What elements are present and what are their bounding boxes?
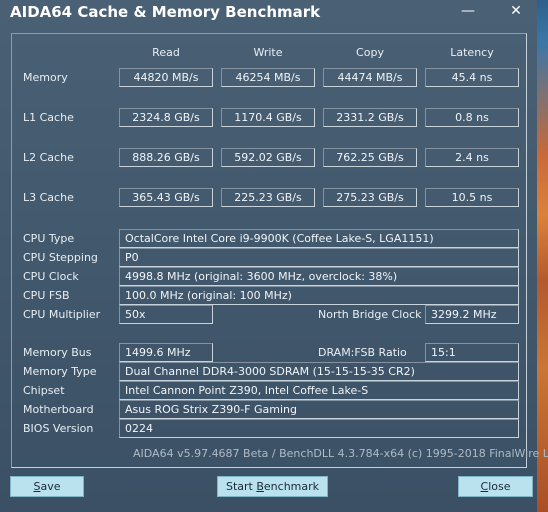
cpu-type-value: OctalCore Intel Core i9-9900K (Coffee La… (119, 229, 519, 248)
motherboard-label: Motherboard (23, 403, 94, 416)
column-header-latency: Latency (450, 46, 494, 59)
dram-fsb-ratio-value: 15:1 (425, 343, 519, 362)
column-header-read: Read (152, 46, 180, 59)
l3-read-value: 365.43 GB/s (119, 188, 213, 207)
l1-read-value: 2324.8 GB/s (119, 108, 213, 127)
bios-version-label: BIOS Version (23, 422, 94, 435)
start-benchmark-button-mnemonic: B (256, 480, 264, 493)
memory-bus-label: Memory Bus (23, 346, 92, 359)
start-benchmark-button-label: enchmark (263, 480, 320, 493)
row-label-l2-cache: L2 Cache (23, 151, 74, 164)
motherboard-value: Asus ROG Strix Z390-F Gaming (119, 400, 519, 419)
cpu-multiplier-label: CPU Multiplier (23, 308, 101, 321)
save-button-label: ave (40, 480, 61, 493)
desktop-background (537, 0, 548, 512)
north-bridge-clock-label: North Bridge Clock (318, 308, 422, 321)
cpu-stepping-value: P0 (119, 248, 519, 267)
l1-copy-value: 2331.2 GB/s (323, 108, 417, 127)
cpu-type-label: CPU Type (23, 232, 75, 245)
north-bridge-clock-value: 3299.2 MHz (425, 305, 519, 324)
l2-write-value: 592.02 GB/s (221, 148, 315, 167)
start-benchmark-button[interactable]: Start Benchmark (217, 476, 328, 497)
cpu-clock-value: 4998.8 MHz (original: 3600 MHz, overcloc… (119, 267, 519, 286)
l2-copy-value: 762.25 GB/s (323, 148, 417, 167)
chipset-label: Chipset (23, 384, 65, 397)
memory-type-label: Memory Type (23, 365, 97, 378)
dram-fsb-ratio-label: DRAM:FSB Ratio (318, 346, 407, 359)
window-title: AIDA64 Cache & Memory Benchmark (10, 3, 321, 21)
benchmark-window: AIDA64 Cache & Memory Benchmark — ✕ Read… (0, 0, 548, 512)
minimize-icon[interactable]: — (448, 0, 488, 22)
title-bar: AIDA64 Cache & Memory Benchmark — ✕ (0, 0, 537, 24)
chipset-value: Intel Cannon Point Z390, Intel Coffee La… (119, 381, 519, 400)
l3-latency-value: 10.5 ns (425, 188, 519, 207)
memory-type-value: Dual Channel DDR4-3000 SDRAM (15-15-15-3… (119, 362, 519, 381)
l3-copy-value: 275.23 GB/s (323, 188, 417, 207)
column-header-write: Write (253, 46, 283, 59)
start-benchmark-button-label-prefix: Start (225, 480, 257, 493)
column-header-copy: Copy (356, 46, 384, 59)
cpu-fsb-value: 100.0 MHz (original: 100 MHz) (119, 286, 519, 305)
version-copyright-note: AIDA64 v5.97.4687 Beta / BenchDLL 4.3.78… (133, 447, 548, 460)
l1-write-value: 1170.4 GB/s (221, 108, 315, 127)
cpu-stepping-label: CPU Stepping (23, 251, 98, 264)
l3-write-value: 225.23 GB/s (221, 188, 315, 207)
row-label-l3-cache: L3 Cache (23, 191, 74, 204)
close-button-label: lose (488, 480, 511, 493)
save-button[interactable]: Save (10, 476, 84, 497)
memory-write-value: 46254 MB/s (221, 68, 315, 87)
memory-latency-value: 45.4 ns (425, 68, 519, 87)
close-button[interactable]: Close (458, 476, 533, 497)
memory-read-value: 44820 MB/s (119, 68, 213, 87)
l1-latency-value: 0.8 ns (425, 108, 519, 127)
cpu-clock-label: CPU Clock (23, 270, 79, 283)
cpu-fsb-label: CPU FSB (23, 289, 70, 302)
memory-bus-value: 1499.6 MHz (119, 343, 213, 362)
row-label-memory: Memory (23, 71, 68, 84)
close-icon[interactable]: ✕ (496, 0, 536, 22)
memory-copy-value: 44474 MB/s (323, 68, 417, 87)
l2-latency-value: 2.4 ns (425, 148, 519, 167)
cpu-multiplier-value: 50x (119, 305, 213, 324)
row-label-l1-cache: L1 Cache (23, 111, 74, 124)
l2-read-value: 888.26 GB/s (119, 148, 213, 167)
bios-version-value: 0224 (119, 419, 519, 438)
